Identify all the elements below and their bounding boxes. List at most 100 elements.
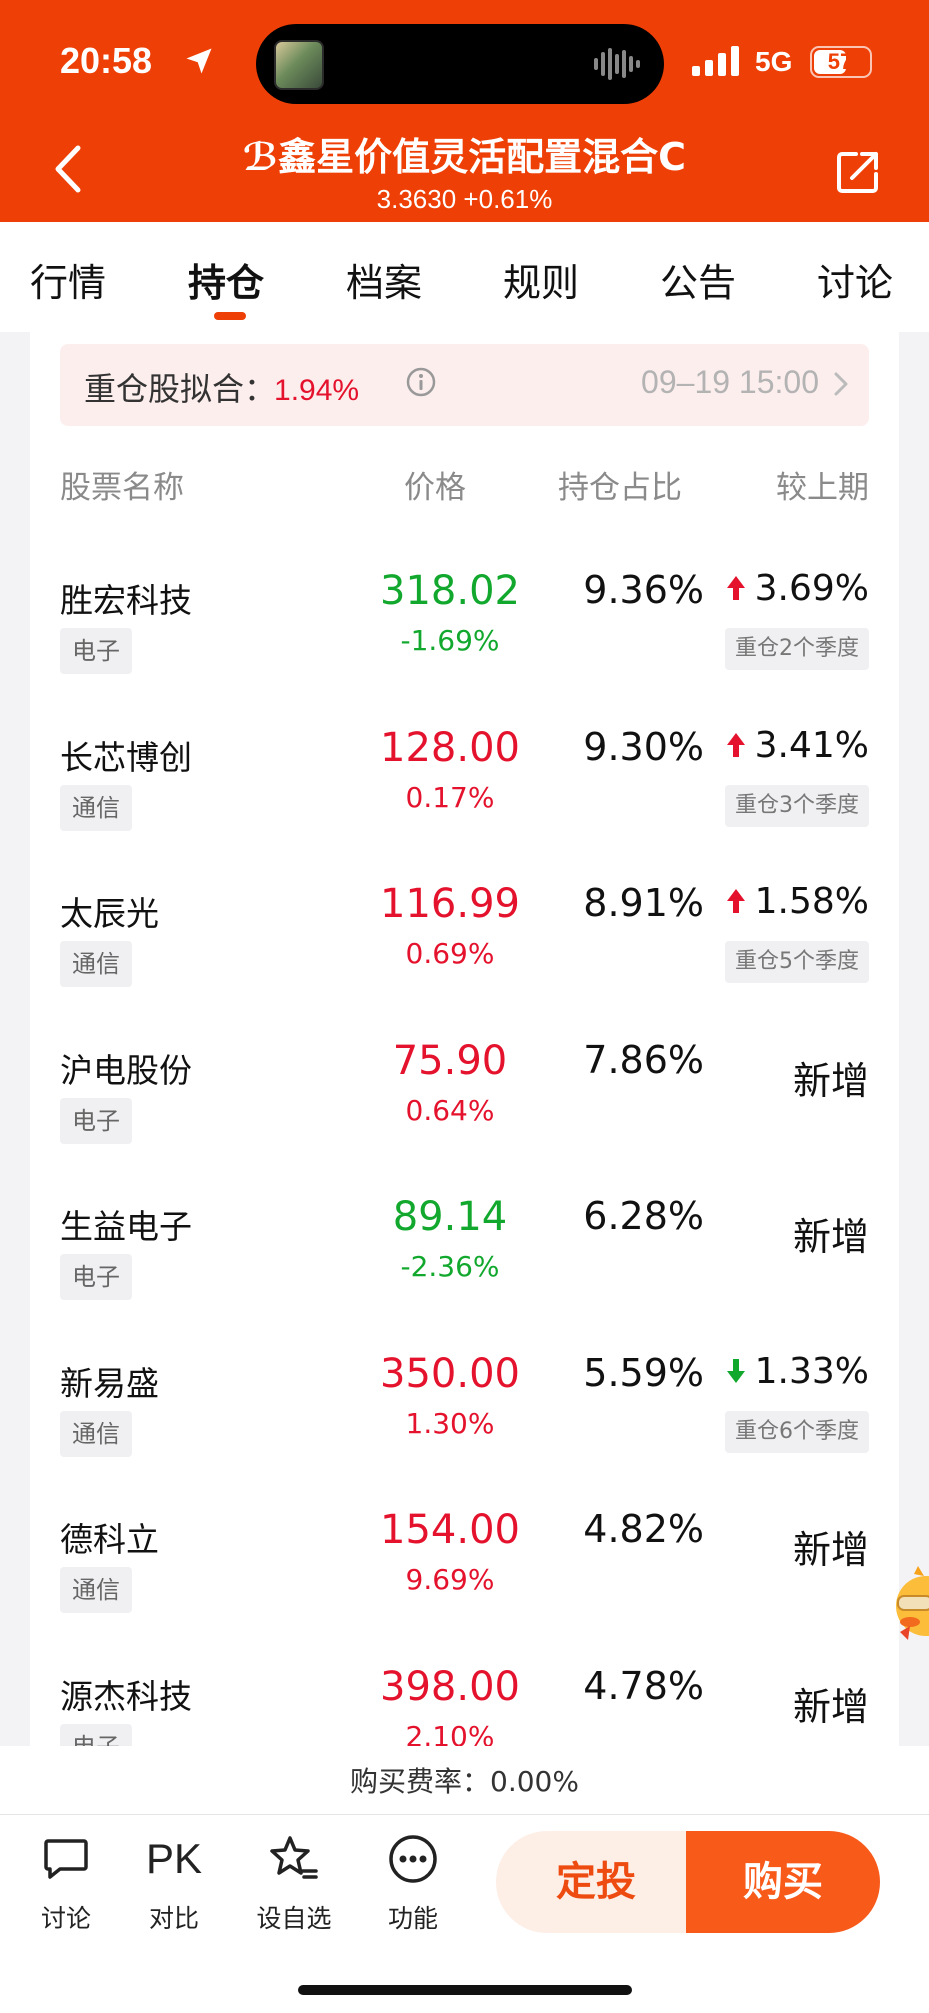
holding-row[interactable]: 胜宏科技 电子 318.02 -1.69% 9.36% 3.69% 重仓2个季度	[30, 556, 899, 714]
holding-weight: 4.78%	[583, 1663, 704, 1708]
fund-nav: 3.3630	[376, 184, 457, 214]
fee-bar: 购买费率：0.00%	[0, 1746, 929, 1814]
share-icon[interactable]	[834, 148, 882, 196]
sector-tag: 电子	[60, 628, 132, 674]
arrow-up-icon	[726, 576, 745, 600]
arrow-down-icon	[726, 1358, 745, 1383]
more-options-icon	[389, 1835, 437, 1883]
info-icon[interactable]	[405, 366, 437, 398]
fund-title: ℬ鑫星价值灵活配置混合C	[242, 135, 687, 179]
weight-change: 1.33%	[725, 1351, 869, 1392]
stock-name: 太辰光	[60, 894, 159, 933]
weight-change-value: 3.69%	[754, 568, 869, 609]
stock-name: 胜宏科技	[60, 581, 192, 620]
stock-change-pct: 9.69%	[405, 1563, 495, 1596]
sector-tag: 通信	[60, 1567, 132, 1613]
stock-price: 116.99	[380, 881, 520, 927]
bottom-action-bar: 讨论 PK 对比 设自选 功能 定投 购买	[0, 1814, 929, 2013]
watchlist-label: 设自选	[256, 1904, 332, 1933]
weight-change-value: 1.58%	[754, 881, 869, 922]
holding-row[interactable]: 新易盛 通信 350.00 1.30% 5.59% 1.33% 重仓6个季度	[30, 1339, 899, 1497]
fit-banner[interactable]: 重仓股拟合：1.94% 09–19 15:00	[60, 344, 869, 426]
stock-name: 德科立	[60, 1520, 159, 1559]
sector-tag: 通信	[60, 1410, 132, 1457]
add-watchlist-button[interactable]: 设自选	[244, 1833, 344, 1935]
sector-tag: 电子	[60, 1254, 132, 1300]
fit-value: 1.94%	[274, 374, 360, 407]
location-arrow-icon	[186, 48, 212, 74]
new-position-label: 新增	[792, 1684, 869, 1729]
holding-weight: 5.59%	[583, 1350, 704, 1395]
weight-change: 1.58%	[725, 881, 869, 922]
weight-change-value: 3.41%	[754, 724, 869, 766]
floating-assistant-mascot-icon[interactable]	[888, 1562, 929, 1648]
holding-weight: 9.36%	[583, 568, 704, 612]
tab-profile[interactable]: 档案	[346, 252, 422, 307]
discuss-label: 讨论	[40, 1904, 91, 1933]
home-indicator	[298, 1985, 632, 1995]
stock-name: 源杰科技	[60, 1676, 192, 1716]
holding-row[interactable]: 长芯博创 通信 128.00 0.17% 9.30% 3.41% 重仓3个季度	[30, 713, 899, 871]
sector-tag: 电子	[60, 1723, 132, 1746]
tab-market[interactable]: 行情	[30, 252, 106, 307]
purchase-fee: 购买费率：0.00%	[350, 1765, 579, 1798]
holding-row[interactable]: 德科立 通信 154.00 9.69% 4.82% 新增	[30, 1495, 899, 1653]
sector-tag: 通信	[60, 784, 132, 831]
stock-change-pct: -1.69%	[400, 624, 500, 657]
battery-icon: 57	[810, 46, 872, 78]
audio-waveform-icon	[594, 48, 640, 80]
stock-price: 128.00	[380, 724, 520, 771]
compare-label: 对比	[148, 1904, 199, 1933]
chevron-right-icon	[834, 372, 848, 396]
functions-button[interactable]: 功能	[363, 1833, 463, 1935]
column-header-change: 较上期	[776, 470, 869, 506]
fit-label: 重仓股拟合：1.94%	[84, 370, 360, 408]
tab-rules[interactable]: 规则	[503, 252, 579, 307]
back-chevron-icon[interactable]	[48, 144, 88, 194]
fund-change: +0.61%	[463, 184, 553, 214]
sector-tag: 电子	[60, 1097, 132, 1144]
holding-weight: 7.86%	[583, 1037, 704, 1082]
stock-price: 89.14	[392, 1194, 508, 1240]
holding-row[interactable]: 沪电股份 电子 75.90 0.64% 7.86% 新增	[30, 1026, 899, 1184]
stock-change-pct: 0.69%	[405, 937, 495, 970]
active-tab-indicator	[214, 312, 246, 320]
heavy-holding-quarters-badge: 重仓6个季度	[725, 1410, 869, 1453]
tab-holdings[interactable]: 持仓	[188, 252, 264, 307]
stock-name: 沪电股份	[60, 1050, 192, 1090]
holding-row[interactable]: 源杰科技 电子 398.00 2.10% 4.78% 新增	[30, 1652, 899, 1747]
stock-change-pct: 2.10%	[405, 1719, 495, 1747]
arrow-up-icon	[726, 732, 745, 757]
column-header-price: 价格	[404, 470, 466, 506]
new-position-label: 新增	[792, 1528, 869, 1572]
compare-button[interactable]: PK 对比	[124, 1833, 224, 1935]
holding-row[interactable]: 生益电子 电子 89.14 -2.36% 6.28% 新增	[30, 1182, 899, 1340]
stock-name: 新易盛	[60, 1363, 159, 1403]
discuss-button[interactable]: 讨论	[16, 1833, 116, 1935]
functions-label: 功能	[387, 1904, 438, 1933]
stock-price: 350.00	[380, 1350, 520, 1397]
holding-weight: 9.30%	[583, 724, 704, 769]
stock-change-pct: 1.30%	[405, 1406, 495, 1440]
fit-time: 09–19 15:00	[641, 364, 819, 400]
holding-weight: 4.82%	[583, 1507, 704, 1551]
fund-nav-line: 3.3630 +0.61%	[180, 184, 749, 215]
stock-name: 生益电子	[60, 1207, 192, 1246]
holdings-card: 重仓股拟合：1.94% 09–19 15:00 股票名称 价格 持仓占比 较上期…	[30, 332, 899, 1746]
column-header-name: 股票名称	[60, 470, 184, 506]
dca-button[interactable]: 定投	[496, 1831, 696, 1933]
buy-button[interactable]: 购买	[686, 1831, 880, 1933]
tab-bar: 行情 持仓 档案 规则 公告 讨论	[0, 222, 929, 332]
holding-weight: 6.28%	[583, 1194, 704, 1238]
battery-level: 57	[827, 49, 853, 74]
cellular-signal-icon	[692, 46, 739, 76]
new-position-label: 新增	[792, 1058, 869, 1103]
holding-row[interactable]: 太辰光 通信 116.99 0.69% 8.91% 1.58% 重仓5个季度	[30, 869, 899, 1027]
heavy-holding-quarters-badge: 重仓2个季度	[725, 628, 869, 670]
heavy-holding-quarters-badge: 重仓5个季度	[725, 941, 869, 983]
tab-discussion[interactable]: 讨论	[817, 252, 893, 307]
dynamic-island	[256, 24, 664, 104]
tab-announcements[interactable]: 公告	[660, 252, 736, 307]
weight-change: 3.69%	[725, 568, 869, 609]
stock-price: 318.02	[380, 568, 520, 614]
